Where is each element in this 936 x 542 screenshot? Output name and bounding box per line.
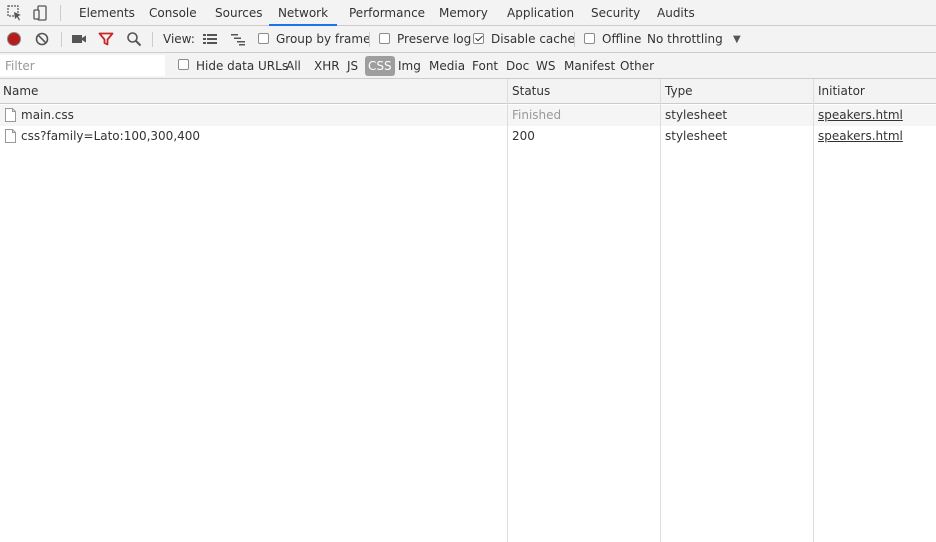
table-header: Name Status Type Initiator (0, 79, 936, 104)
tab-network[interactable]: Network (269, 0, 337, 26)
filter-type-font[interactable]: Font (469, 56, 501, 76)
filter-input[interactable] (0, 55, 165, 76)
row-type: stylesheet (665, 129, 728, 143)
toolbar-separator (61, 32, 62, 47)
tab-memory[interactable]: Memory (439, 0, 488, 26)
filter-type-xhr[interactable]: XHR (311, 56, 343, 76)
table-row[interactable]: main.css Finished stylesheet speakers.ht… (0, 105, 936, 126)
clear-icon[interactable] (34, 31, 50, 47)
column-divider[interactable] (813, 79, 814, 542)
throttling-dropdown-arrow-icon[interactable]: ▼ (733, 26, 741, 53)
file-icon (5, 108, 16, 122)
group-by-frame-label[interactable]: Group by frame (276, 26, 370, 53)
device-toolbar-icon[interactable] (32, 4, 50, 22)
network-toolbar: View: Group by frame Preserve log Disabl… (0, 26, 936, 53)
tab-elements[interactable]: Elements (79, 0, 135, 26)
filter-type-ws[interactable]: WS (533, 56, 558, 76)
tab-console[interactable]: Console (149, 0, 197, 26)
inspect-element-icon[interactable] (6, 4, 24, 22)
filter-icon[interactable] (98, 31, 114, 47)
tab-separator (60, 5, 61, 21)
initiator-link[interactable]: speakers.html (818, 108, 903, 122)
filter-type-manifest[interactable]: Manifest (561, 56, 618, 76)
initiator-link[interactable]: speakers.html (818, 129, 903, 143)
table-row[interactable]: css?family=Lato:100,300,400 200 styleshe… (0, 126, 936, 147)
column-divider[interactable] (660, 79, 661, 542)
column-header-name[interactable]: Name (0, 79, 507, 104)
file-icon (5, 129, 16, 143)
row-name: css?family=Lato:100,300,400 (21, 129, 201, 143)
record-icon[interactable] (6, 31, 22, 47)
row-initiator: speakers.html (818, 105, 933, 126)
hide-data-urls-label[interactable]: Hide data URLs (196, 53, 288, 79)
tab-application[interactable]: Application (507, 0, 574, 26)
filter-type-js[interactable]: JS (344, 56, 361, 76)
toolbar-separator (152, 32, 153, 47)
tab-sources[interactable]: Sources (215, 0, 262, 26)
tab-performance[interactable]: Performance (349, 0, 425, 26)
filter-type-img[interactable]: Img (395, 56, 424, 76)
filter-type-all[interactable]: All (283, 56, 304, 76)
view-label: View: (163, 32, 195, 46)
toolbar-separator (369, 32, 370, 47)
group-by-frame-checkbox[interactable] (258, 33, 269, 44)
filter-type-media[interactable]: Media (426, 56, 468, 76)
row-status: 200 (512, 129, 535, 143)
tab-security[interactable]: Security (591, 0, 640, 26)
column-header-type[interactable]: Type (662, 79, 813, 104)
column-divider[interactable] (507, 79, 508, 542)
preserve-log-label[interactable]: Preserve log (397, 26, 471, 53)
row-initiator: speakers.html (818, 126, 933, 147)
filter-type-css[interactable]: CSS (365, 56, 395, 76)
filter-type-other[interactable]: Other (617, 56, 657, 76)
network-filter-bar: Hide data URLs All XHR JS CSS Img Media … (0, 53, 936, 79)
capture-screenshots-icon[interactable] (71, 31, 87, 47)
large-request-rows-icon[interactable] (202, 31, 218, 47)
throttling-select[interactable]: No throttling (647, 26, 723, 53)
row-type: stylesheet (665, 108, 728, 122)
disable-cache-label[interactable]: Disable cache (491, 26, 575, 53)
row-status: Finished (512, 108, 562, 122)
toolbar-separator (574, 32, 575, 47)
devtools-tab-bar: Elements Console Sources Network Perform… (0, 0, 936, 26)
column-header-initiator[interactable]: Initiator (815, 79, 936, 104)
preserve-log-checkbox[interactable] (379, 33, 390, 44)
disable-cache-checkbox[interactable] (473, 33, 484, 44)
waterfall-overview-icon[interactable] (230, 31, 246, 47)
tab-audits[interactable]: Audits (657, 0, 695, 26)
search-icon[interactable] (126, 31, 142, 47)
offline-label[interactable]: Offline (602, 26, 641, 53)
network-request-table: Name Status Type Initiator main.css Fini… (0, 79, 936, 542)
filter-type-doc[interactable]: Doc (503, 56, 532, 76)
offline-checkbox[interactable] (584, 33, 595, 44)
column-header-status[interactable]: Status (509, 79, 660, 104)
row-name: main.css (21, 108, 74, 122)
hide-data-urls-checkbox[interactable] (178, 59, 189, 70)
